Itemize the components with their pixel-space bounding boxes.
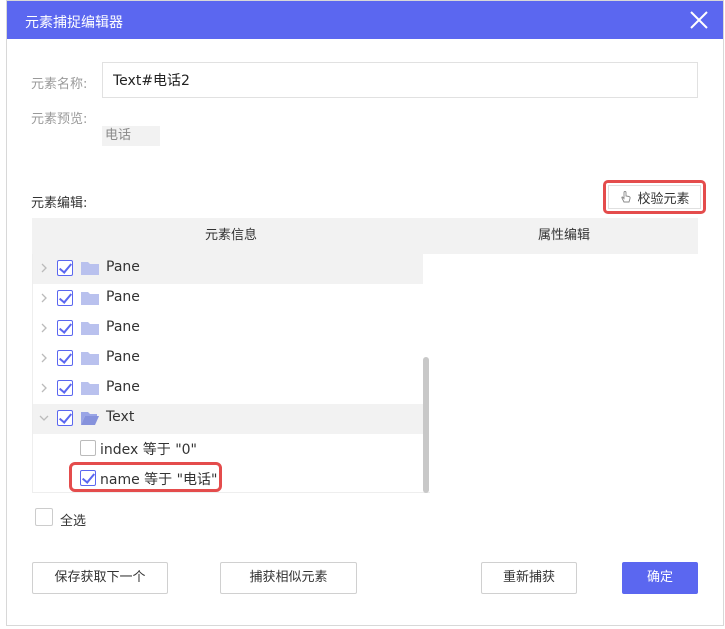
tree-row[interactable]: Text [33,404,423,434]
row-label: Pane [106,319,140,335]
chevron-right-icon[interactable] [39,293,49,303]
folder-icon [81,322,99,335]
chevron-down-icon[interactable] [39,413,49,423]
row-checkbox[interactable] [57,380,73,396]
element-name-input[interactable] [102,62,698,98]
row-checkbox[interactable] [57,260,73,276]
verify-element-label: 校验元素 [637,191,690,207]
save-and-next-button[interactable]: 保存获取下一个 [32,562,168,594]
chevron-right-icon[interactable] [39,383,49,393]
element-preview-label: 元素预览: [31,112,88,127]
chevron-right-icon[interactable] [39,353,49,363]
tree-scrollbar[interactable] [423,357,429,493]
column-element-info: 元素信息 [204,228,257,243]
row-checkbox[interactable] [80,440,96,456]
folder-icon [81,292,99,305]
chevron-right-icon[interactable] [39,323,49,333]
element-edit-label: 元素编辑: [31,196,88,211]
tree-header: 元素信息 属性编辑 [32,218,698,254]
row-label: Pane [106,289,140,305]
folder-icon [81,382,99,395]
folder-open-icon [81,412,99,425]
name-attribute-highlight [69,462,222,492]
tree-row[interactable]: Pane [33,284,423,314]
confirm-button[interactable]: 确定 [622,562,698,594]
select-all-checkbox[interactable] [35,508,53,526]
close-icon[interactable] [687,8,711,32]
row-label: Pane [106,349,140,365]
dialog-titlebar: 元素捕捉编辑器 [7,1,723,39]
row-checkbox[interactable] [57,410,73,426]
tree-row[interactable]: Pane [33,344,423,374]
row-label: Pane [106,379,140,395]
row-label: index 等于 "0" [100,442,197,458]
row-label: Pane [106,259,140,275]
chevron-right-icon[interactable] [39,263,49,273]
hand-pointer-icon [619,190,633,204]
element-capture-dialog: 元素捕捉编辑器 元素名称: 元素预览: 电话 元素编辑: 校验元素 元素信息 属… [6,0,724,626]
dialog-title: 元素捕捉编辑器 [25,15,123,31]
verify-highlight: 校验元素 [603,180,706,214]
tree-row-attribute[interactable]: index 等于 "0" [33,434,423,464]
element-name-label: 元素名称: [31,77,88,92]
select-all-label: 全选 [60,514,87,529]
row-checkbox[interactable] [57,350,73,366]
element-preview-value: 电话 [102,126,160,146]
row-checkbox[interactable] [57,320,73,336]
row-checkbox[interactable] [57,290,73,306]
folder-icon [81,262,99,275]
capture-similar-button[interactable]: 捕获相似元素 [220,562,357,594]
folder-icon [81,352,99,365]
tree-row[interactable]: Pane [33,254,423,284]
row-label: Text [106,409,135,425]
element-tree: Pane Pane Pane Pane Pane Text index 等于 "… [32,254,430,493]
tree-row[interactable]: Pane [33,374,423,404]
tree-row[interactable]: Pane [33,314,423,344]
recapture-button[interactable]: 重新捕获 [481,562,577,594]
column-property-edit: 属性编辑 [537,228,590,243]
verify-element-button[interactable]: 校验元素 [608,185,701,209]
